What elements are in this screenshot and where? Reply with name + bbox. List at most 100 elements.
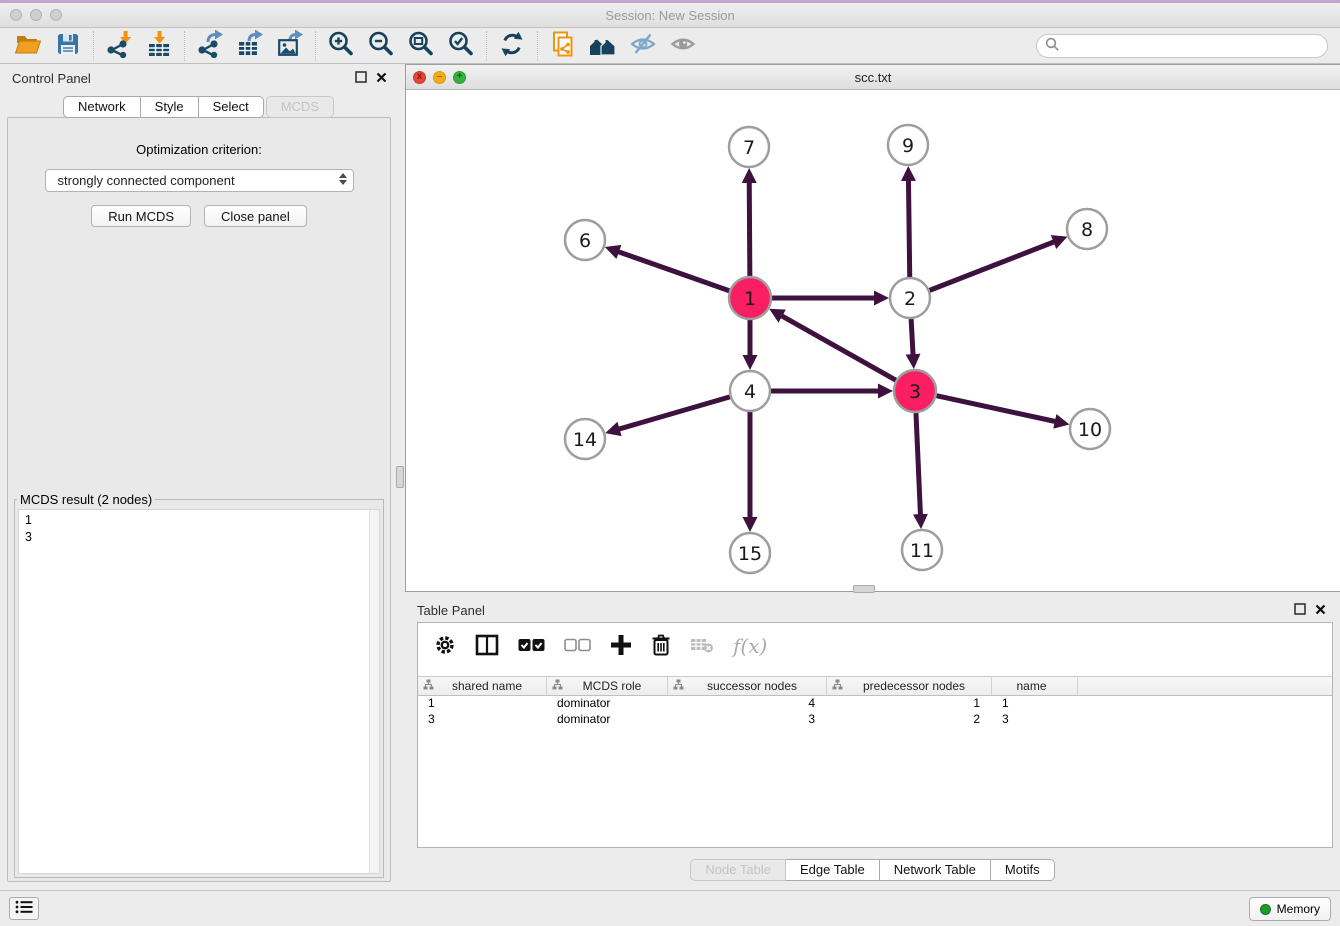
select-all-button[interactable] <box>518 638 545 655</box>
tab-style[interactable]: Style <box>141 96 199 118</box>
delete-table-icon <box>690 636 714 657</box>
zoom-out-icon <box>367 30 395 61</box>
graph-node-label: 3 <box>909 381 921 403</box>
cell-mcds-role[interactable]: dominator <box>547 696 668 712</box>
import-table-button[interactable] <box>139 30 179 62</box>
save-session-button[interactable] <box>48 30 88 62</box>
graph-edge-3-11[interactable] <box>916 413 921 517</box>
show-all-button[interactable] <box>663 30 703 62</box>
cell-successor-nodes[interactable]: 3 <box>668 712 827 728</box>
export-image-icon <box>276 30 304 61</box>
zoom-in-button[interactable] <box>321 30 361 62</box>
graph-edge-2-8[interactable] <box>930 241 1057 290</box>
export-network-button[interactable] <box>190 30 230 62</box>
close-panel-button[interactable]: Close panel <box>204 205 307 227</box>
tab-node-table[interactable]: Node Table <box>690 859 786 881</box>
criterion-select[interactable]: strongly connected component <box>45 169 354 192</box>
export-image-button[interactable] <box>270 30 310 62</box>
network-window-title: scc.txt <box>406 70 1340 85</box>
column-header-predecessor-nodes[interactable]: predecessor nodes <box>827 677 992 695</box>
hide-selected-button[interactable] <box>623 30 663 62</box>
search-icon <box>1045 37 1060 55</box>
cell-successor-nodes[interactable]: 4 <box>668 696 827 712</box>
import-network-button[interactable] <box>99 30 139 62</box>
window-title: Session: New Session <box>0 8 1340 23</box>
graph-edge-3-1[interactable] <box>780 315 896 381</box>
export-network-icon <box>196 30 224 61</box>
zoom-fit-button[interactable] <box>401 30 441 62</box>
add-column-button[interactable] <box>610 634 632 659</box>
zoom-in-icon <box>327 30 355 61</box>
export-table-button[interactable] <box>230 30 270 62</box>
cell-predecessor-nodes[interactable]: 2 <box>827 712 992 728</box>
cell-name[interactable]: 3 <box>992 712 1078 728</box>
cell-shared-name[interactable]: 1 <box>418 696 547 712</box>
graph-edge-2-3[interactable] <box>911 319 913 357</box>
cell-name[interactable]: 1 <box>992 696 1078 712</box>
delete-columns-button[interactable] <box>651 634 671 659</box>
minimize-window-button[interactable] <box>30 9 42 21</box>
table-settings-button[interactable] <box>434 634 456 659</box>
open-session-button[interactable] <box>8 30 48 62</box>
run-mcds-button[interactable]: Run MCDS <box>91 205 191 227</box>
column-header-successor-nodes[interactable]: successor nodes <box>668 677 827 695</box>
status-bar: Memory <box>0 890 1340 926</box>
cell-mcds-role[interactable]: dominator <box>547 712 668 728</box>
zoom-window-button[interactable] <box>50 9 62 21</box>
zoom-out-button[interactable] <box>361 30 401 62</box>
first-neighbors-button[interactable] <box>583 30 623 62</box>
column-header-mcds-role[interactable]: MCDS role <box>547 677 668 695</box>
graph-edge-4-14[interactable] <box>617 397 730 430</box>
network-close-button[interactable]: x <box>413 71 426 84</box>
table-panel: Table Panel <box>405 596 1340 888</box>
cell-shared-name[interactable]: 3 <box>418 712 547 728</box>
graph-edge-2-9[interactable] <box>908 178 909 277</box>
table-row[interactable]: 1 dominator 4 1 1 <box>418 696 1332 712</box>
splitter-handle-horizontal[interactable] <box>853 585 875 593</box>
memory-button[interactable]: Memory <box>1249 897 1331 921</box>
network-maximize-button[interactable]: + <box>453 71 466 84</box>
tab-network[interactable]: Network <box>63 96 141 118</box>
mcds-result-area[interactable]: 1 3 <box>18 509 380 874</box>
houses-icon <box>588 30 618 61</box>
graph-edge-3-10[interactable] <box>936 396 1057 422</box>
close-window-button[interactable] <box>10 9 22 21</box>
close-panel-icon[interactable] <box>1315 603 1326 618</box>
search-input[interactable] <box>1065 38 1319 53</box>
float-panel-icon[interactable] <box>1294 603 1306 618</box>
tab-edge-table[interactable]: Edge Table <box>786 859 880 881</box>
mcds-panel: Optimization criterion: strongly connect… <box>7 117 391 882</box>
zoom-selected-button[interactable] <box>441 30 481 62</box>
hierarchy-icon <box>552 679 563 693</box>
tab-select[interactable]: Select <box>199 96 264 118</box>
table-row[interactable]: 3 dominator 3 2 3 <box>418 712 1332 728</box>
gear-icon <box>434 634 456 659</box>
deselect-all-button[interactable] <box>564 638 591 655</box>
duplicate-network-button[interactable] <box>543 30 583 62</box>
graph-node-label: 4 <box>744 381 756 403</box>
hierarchy-icon <box>423 679 434 693</box>
tab-network-table[interactable]: Network Table <box>880 859 991 881</box>
trash-icon <box>651 634 671 659</box>
splitter-handle-vertical[interactable] <box>396 466 404 488</box>
cell-predecessor-nodes[interactable]: 1 <box>827 696 992 712</box>
refresh-view-button[interactable] <box>492 30 532 62</box>
mcds-result-scrollbar[interactable] <box>369 510 379 873</box>
split-columns-button[interactable] <box>475 634 499 659</box>
plus-icon <box>610 634 632 659</box>
graph-edge-1-6[interactable] <box>616 251 729 291</box>
main-toolbar <box>0 28 1340 64</box>
close-panel-icon[interactable] <box>376 71 387 86</box>
column-header-name[interactable]: name <box>992 677 1078 695</box>
tab-mcds[interactable]: MCDS <box>266 96 334 118</box>
float-panel-icon[interactable] <box>355 71 367 86</box>
zoom-fit-icon <box>407 30 435 61</box>
column-header-shared-name[interactable]: shared name <box>418 677 547 695</box>
network-canvas[interactable]: 1234678910111415 <box>406 90 1340 591</box>
graph-edge-1-7[interactable] <box>749 180 750 276</box>
tab-motifs[interactable]: Motifs <box>991 859 1055 881</box>
table-header-row: shared name MCDS role successor nodes pr… <box>418 676 1332 696</box>
control-panel-title: Control Panel <box>12 71 91 86</box>
task-history-button[interactable] <box>9 897 39 920</box>
network-minimize-button[interactable]: – <box>433 71 446 84</box>
